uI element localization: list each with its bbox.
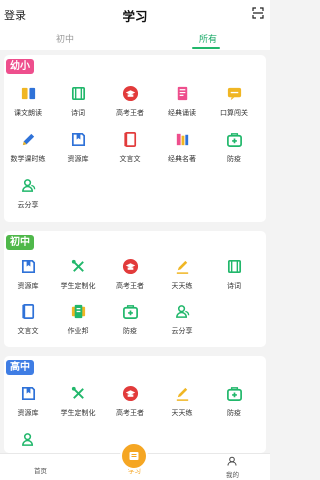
users-icon xyxy=(21,433,33,446)
app-poems[interactable]: 诗词 xyxy=(210,258,258,291)
app-label: 口算闯关 xyxy=(220,110,248,117)
app-label: 云分享 xyxy=(17,202,39,209)
folder-book-icon xyxy=(21,386,35,401)
app-classic-recital[interactable]: 经典诵读 xyxy=(158,85,206,118)
app-exam-king[interactable]: 高考王者 xyxy=(106,85,154,118)
scroll-icon xyxy=(71,86,85,101)
app-label: 经典名著 xyxy=(168,156,196,163)
app-label: 天天练 xyxy=(171,410,193,417)
graduation-cap-icon xyxy=(122,258,138,275)
app-label: 云分享 xyxy=(171,328,193,335)
graduation-cap-icon xyxy=(122,385,138,402)
app-math-practice[interactable]: 数学课时练 xyxy=(4,131,52,164)
app-daily-practice[interactable]: 天天练 xyxy=(158,258,206,291)
folder-book-icon xyxy=(21,259,35,274)
scroll-icon xyxy=(227,259,241,274)
app-epidemic-prevention[interactable]: 防疫 xyxy=(210,385,258,418)
app-student-custom[interactable]: 学生定制化 xyxy=(54,258,102,291)
app-daily-practice[interactable]: 天天练 xyxy=(158,385,206,418)
users-icon xyxy=(21,179,35,192)
tools-icon xyxy=(71,259,84,272)
app-reading[interactable]: 课文朗读 xyxy=(4,85,52,118)
app-resources[interactable]: 资源库 xyxy=(4,258,52,291)
edit-icon xyxy=(176,387,188,401)
app-label: 高考王者 xyxy=(116,110,144,117)
tools-icon xyxy=(71,386,84,399)
app-label: 作业邦 xyxy=(67,328,89,335)
app-classic-works[interactable]: 经典名著 xyxy=(158,131,206,164)
tab-all[interactable]: 所有 xyxy=(199,32,217,45)
app-label: 天天练 xyxy=(171,283,193,290)
edit-icon xyxy=(176,260,188,274)
app-epidemic-prevention[interactable]: 防疫 xyxy=(210,131,258,164)
app-label: 经典诵读 xyxy=(168,110,196,117)
grade-tabs: 初中 所有 xyxy=(0,28,270,50)
app-cloud-share[interactable]: 云分享 xyxy=(4,177,52,210)
section-badge: 高中 xyxy=(6,360,34,375)
app-label: 资源库 xyxy=(17,283,39,290)
top-bar: 登录 学习 xyxy=(0,0,270,28)
profile-icon[interactable] xyxy=(227,456,237,466)
folder-book-icon xyxy=(71,132,85,147)
section-badge: 幼小 xyxy=(6,59,34,74)
book-open-icon xyxy=(21,87,35,100)
app-classical-chinese[interactable]: 文言文 xyxy=(4,303,52,336)
app-resources[interactable]: 资源库 xyxy=(54,131,102,164)
users-icon xyxy=(175,305,189,318)
app-label: 课文朗读 xyxy=(14,110,42,117)
app-label: 资源库 xyxy=(67,156,89,163)
pencil-icon xyxy=(22,133,34,146)
scan-icon[interactable] xyxy=(252,7,264,19)
app-label: 数学课时练 xyxy=(10,156,46,163)
tab-junior[interactable]: 初中 xyxy=(56,32,74,45)
section-senior: 高中 资源库 学生定制化 高考王者 天天练 防疫 xyxy=(4,356,266,453)
graduation-cap-icon xyxy=(122,85,138,102)
books-stack-icon xyxy=(176,133,188,146)
app-cloud-share-partial[interactable] xyxy=(4,431,52,448)
app-label: 高考王者 xyxy=(116,410,144,417)
app-label: 防疫 xyxy=(227,156,241,163)
app-exam-king[interactable]: 高考王者 xyxy=(106,385,154,418)
homework-icon xyxy=(71,304,85,319)
chat-icon xyxy=(227,87,241,101)
medical-kit-icon xyxy=(122,305,138,319)
nav-home[interactable]: 首页 xyxy=(34,465,47,475)
app-label: 诗词 xyxy=(71,110,85,117)
medical-kit-icon xyxy=(226,387,242,401)
app-cloud-share[interactable]: 云分享 xyxy=(158,303,206,336)
active-tab-indicator xyxy=(192,47,220,49)
app-student-custom[interactable]: 学生定制化 xyxy=(54,385,102,418)
app-exam-king[interactable]: 高考王者 xyxy=(106,258,154,291)
app-label: 文言文 xyxy=(119,156,141,163)
app-mental-math[interactable]: 口算闯关 xyxy=(210,85,258,118)
app-label: 防疫 xyxy=(123,328,137,335)
app-label: 文言文 xyxy=(17,328,39,335)
app-label: 资源库 xyxy=(17,410,39,417)
page-title: 学习 xyxy=(122,10,148,24)
app-label: 防疫 xyxy=(227,410,241,417)
section-kindergarten: 幼小 课文朗读 诗词 高考王者 经典诵读 口算闯关 数学课时练 资源库 文言文 … xyxy=(4,55,266,222)
app-label: 学生定制化 xyxy=(60,283,96,290)
book-icon xyxy=(129,452,139,460)
medical-kit-icon xyxy=(226,133,242,147)
app-label: 学生定制化 xyxy=(60,410,96,417)
section-badge: 初中 xyxy=(6,235,34,250)
app-classical-chinese[interactable]: 文言文 xyxy=(106,131,154,164)
app-homework[interactable]: 作业邦 xyxy=(54,303,102,336)
app-resources[interactable]: 资源库 xyxy=(4,385,52,418)
notebook-icon xyxy=(21,304,34,319)
app-label: 诗词 xyxy=(227,283,241,290)
notebook-icon xyxy=(123,132,136,147)
app-poems[interactable]: 诗词 xyxy=(54,85,102,118)
section-junior: 初中 资源库 学生定制化 高考王者 天天练 诗词 文言文 作业邦 防疫 云分享 xyxy=(4,231,266,347)
app-label: 高考王者 xyxy=(116,283,144,290)
nav-mine[interactable]: 我的 xyxy=(226,469,239,479)
study-center-button[interactable] xyxy=(120,442,148,470)
book-icon xyxy=(177,86,187,101)
app-epidemic-prevention[interactable]: 防疫 xyxy=(106,303,154,336)
